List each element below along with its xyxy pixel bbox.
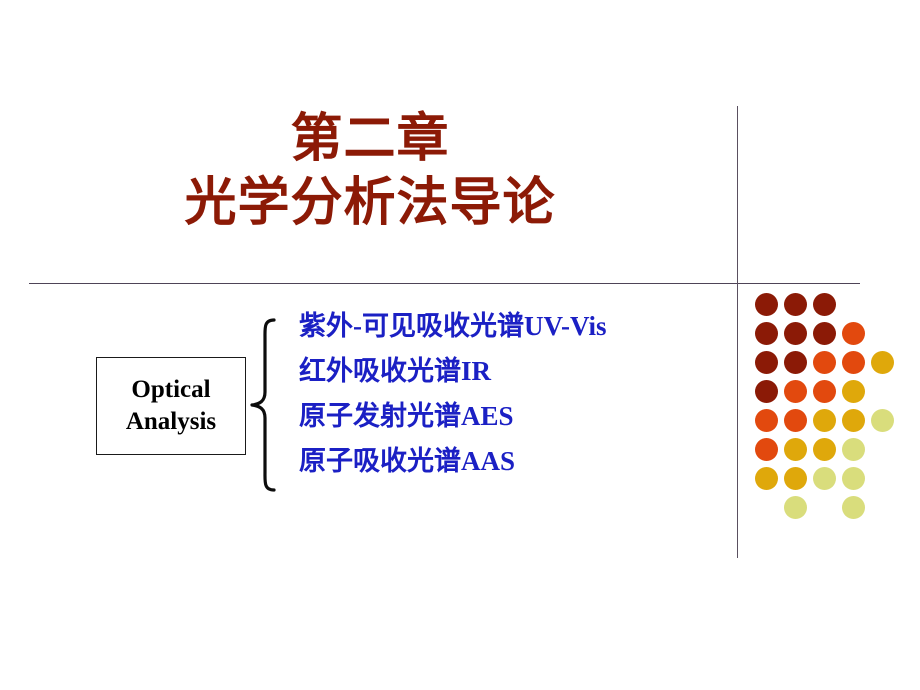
decorative-dot [842,496,865,519]
decorative-dot [842,409,865,432]
decorative-dot [784,409,807,432]
optical-analysis-label-box: Optical Analysis [96,357,246,455]
decorative-dot [755,409,778,432]
decorative-dot [871,409,894,432]
decorative-dot [755,467,778,490]
decorative-dot [755,380,778,403]
decorative-dot [842,467,865,490]
decorative-dot [813,438,836,461]
list-item: 红外吸收光谱IR [299,356,492,386]
decorative-dot [784,380,807,403]
horizontal-divider [29,283,860,284]
decorative-dot [784,467,807,490]
optical-analysis-line-2: Analysis [125,408,217,435]
title-line-1: 第二章 [290,111,450,168]
decorative-dot [842,351,865,374]
decorative-dot [813,322,836,345]
decorative-dot [784,496,807,519]
decorative-dot [813,467,836,490]
list-item: 原子吸收光谱AAS [299,446,516,476]
dot-grid-decoration [755,293,915,538]
decorative-dot [842,438,865,461]
left-curly-brace-icon [250,318,276,492]
analysis-method-list: 紫外-可见吸收光谱UV-Vis 红外吸收光谱IR 原子发射光谱AES 原子吸收光… [299,313,729,493]
decorative-dot [784,293,807,316]
decorative-dot [813,380,836,403]
decorative-dot [784,322,807,345]
decorative-dot [813,409,836,432]
decorative-dot [784,351,807,374]
title-line-2: 光学分析法导论 [184,175,556,233]
decorative-dot [755,438,778,461]
decorative-dot [755,293,778,316]
optical-analysis-line-1: Optical [131,376,211,403]
slide-canvas: 第二章 光学分析法导论 Optical Analysis 紫外-可见吸收光谱UV… [0,0,920,690]
list-item: 紫外-可见吸收光谱UV-Vis [299,311,607,341]
decorative-dot [871,351,894,374]
decorative-dot [755,351,778,374]
decorative-dot [755,322,778,345]
decorative-dot [842,380,865,403]
list-item: 原子发射光谱AES [299,401,514,431]
decorative-dot [784,438,807,461]
vertical-divider [737,106,738,558]
decorative-dot [842,322,865,345]
decorative-dot [813,293,836,316]
decorative-dot [813,351,836,374]
page-title: 第二章 光学分析法导论 [0,111,740,233]
